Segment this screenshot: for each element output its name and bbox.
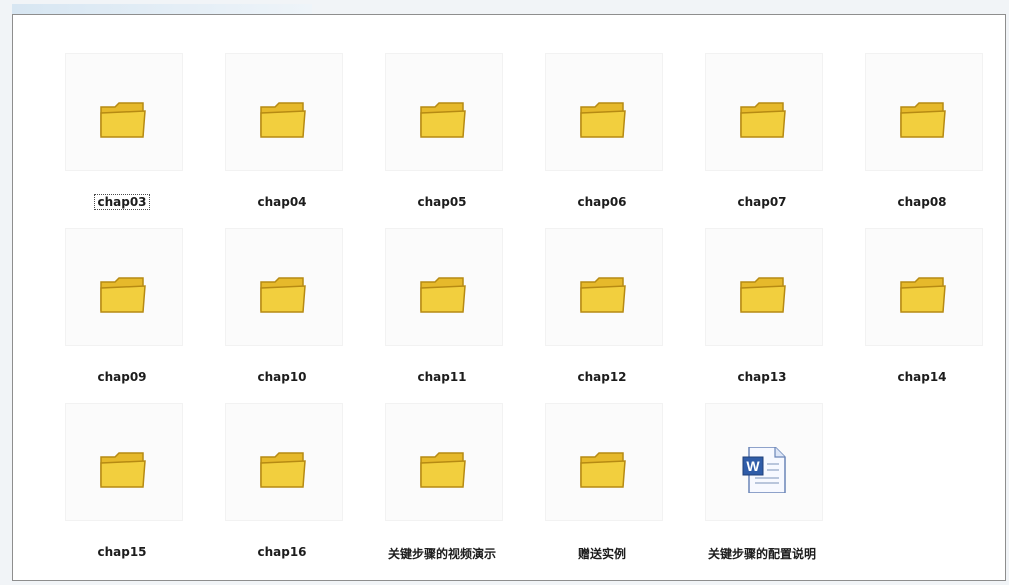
folder-icon [420, 452, 466, 488]
folder-icon [900, 277, 946, 313]
file-explorer-window: chap03 chap04 chap05 chap06 chap07 chap0… [12, 14, 1006, 581]
folder-item[interactable]: chap03 [47, 53, 197, 223]
folder-icon [100, 102, 146, 138]
folder-icon [100, 277, 146, 313]
folder-icon [260, 277, 306, 313]
folder-item[interactable]: chap14 [847, 228, 997, 398]
folder-item[interactable]: chap13 [687, 228, 837, 398]
folder-item[interactable]: chap12 [527, 228, 677, 398]
folder-item[interactable]: chap07 [687, 53, 837, 223]
folder-item[interactable]: chap09 [47, 228, 197, 398]
folder-icon [580, 102, 626, 138]
folder-label: chap09 [97, 370, 147, 384]
folder-label: chap14 [897, 370, 947, 384]
folder-icon [260, 452, 306, 488]
folder-item[interactable]: chap16 [207, 403, 357, 573]
folder-item[interactable]: 赠送实例 [527, 403, 677, 573]
folder-label: 关键步骤的视频演示 [387, 547, 496, 561]
folder-icon [420, 277, 466, 313]
folder-icon [420, 102, 466, 138]
folder-label: chap04 [257, 195, 307, 209]
folder-label: chap07 [737, 195, 787, 209]
folder-label: chap08 [897, 195, 947, 209]
document-label: 关键步骤的配置说明 [707, 547, 816, 561]
folder-label: chap15 [97, 545, 147, 559]
folder-icon [580, 452, 626, 488]
folder-icon [580, 277, 626, 313]
folder-label: 赠送实例 [577, 547, 626, 561]
folder-icon [740, 102, 786, 138]
folder-item[interactable]: 关键步骤的视频演示 [367, 403, 517, 573]
folder-icon [100, 452, 146, 488]
folder-item[interactable]: chap11 [367, 228, 517, 398]
folder-item[interactable]: chap15 [47, 403, 197, 573]
word-document-icon: W [742, 447, 786, 493]
folder-label: chap03 [94, 194, 150, 210]
folder-label: chap10 [257, 370, 307, 384]
file-grid: chap03 chap04 chap05 chap06 chap07 chap0… [35, 43, 995, 563]
folder-item[interactable]: chap04 [207, 53, 357, 223]
folder-label: chap16 [257, 545, 307, 559]
folder-icon [900, 102, 946, 138]
folder-icon [260, 102, 306, 138]
folder-label: chap06 [577, 195, 627, 209]
folder-label: chap11 [417, 370, 467, 384]
folder-label: chap05 [417, 195, 467, 209]
folder-item[interactable]: chap08 [847, 53, 997, 223]
folder-item[interactable]: chap10 [207, 228, 357, 398]
window-accent-bar [12, 4, 312, 14]
folder-item[interactable]: chap05 [367, 53, 517, 223]
svg-text:W: W [746, 458, 760, 474]
folder-label: chap12 [577, 370, 627, 384]
folder-item[interactable]: chap06 [527, 53, 677, 223]
page: chap03 chap04 chap05 chap06 chap07 chap0… [0, 0, 1009, 585]
folder-label: chap13 [737, 370, 787, 384]
folder-icon [740, 277, 786, 313]
document-item[interactable]: W 关键步骤的配置说明 [687, 403, 837, 573]
